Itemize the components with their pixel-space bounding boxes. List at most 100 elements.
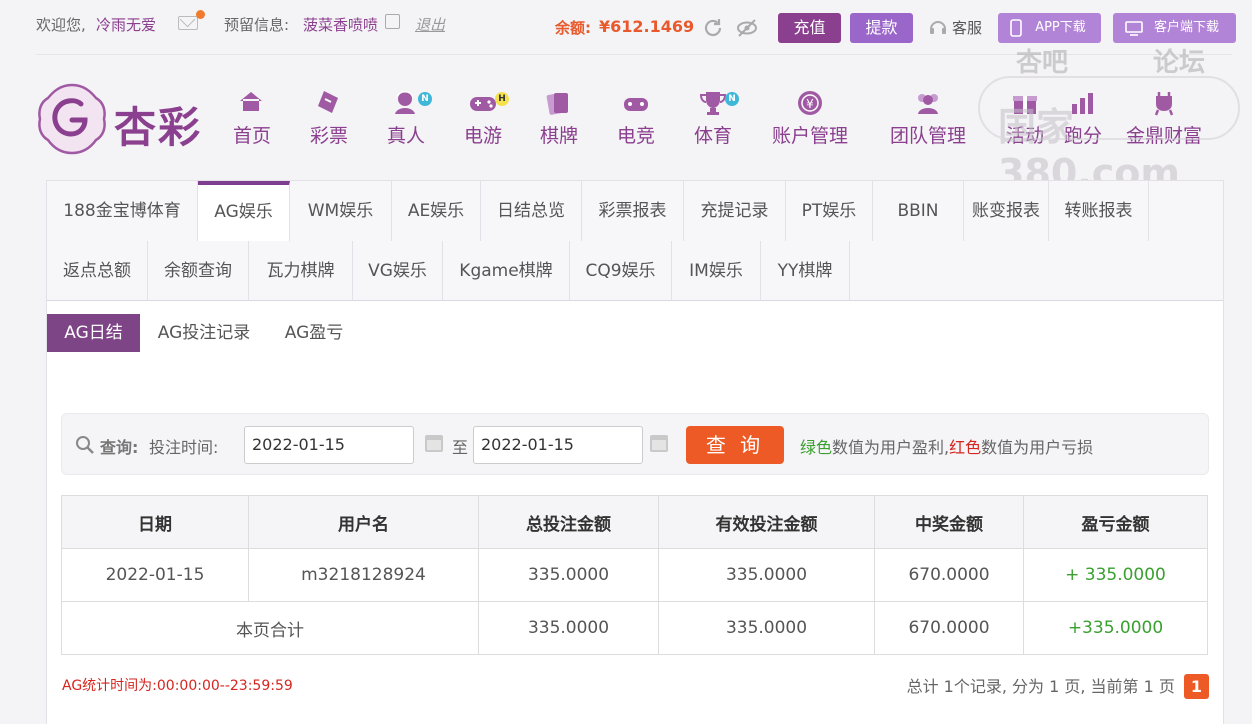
- site-logo[interactable]: 杏彩: [36, 82, 216, 158]
- legend-green: 绿色: [800, 438, 833, 457]
- nav-item-7[interactable]: ¥ 账户管理: [770, 88, 850, 148]
- home-icon: [240, 92, 262, 111]
- tab-13[interactable]: 瓦力棋牌: [249, 241, 353, 301]
- nav-label: 彩票: [309, 125, 348, 147]
- subtab-1[interactable]: AG投注记录: [145, 314, 263, 352]
- recharge-button[interactable]: 充值: [778, 13, 841, 43]
- legend-mid: 数值为用户盈利,: [832, 438, 950, 457]
- tab-9[interactable]: 账变报表: [964, 181, 1049, 241]
- cell-username: m3218128924: [248, 548, 479, 602]
- tab-10[interactable]: 转账报表: [1049, 181, 1149, 241]
- nav-badge: H: [495, 92, 509, 106]
- nav-label: 电竞: [616, 125, 655, 147]
- start-calendar-icon[interactable]: [425, 435, 443, 452]
- stat-time-note: AG统计时间为:00:00:00--23:59:59: [62, 678, 293, 694]
- nav-badge: N: [418, 92, 432, 106]
- tab-4[interactable]: 日结总览: [481, 181, 582, 241]
- page-button-current[interactable]: 1: [1184, 674, 1209, 699]
- legend-end: 数值为用户亏损: [981, 438, 1094, 457]
- col-profit-loss: 盈亏金额: [1023, 495, 1208, 549]
- edit-icon[interactable]: [385, 14, 400, 29]
- username-link[interactable]: 冷雨无爱: [96, 14, 156, 35]
- app-download-label: APP下载: [1035, 20, 1086, 35]
- report-table: 日期 用户名 总投注金额 有效投注金额 中奖金额 盈亏金额 2022-01-15…: [61, 495, 1208, 655]
- nav-label: 团队管理: [889, 125, 966, 147]
- monitor-icon: [1125, 21, 1143, 36]
- query-button[interactable]: 查 询: [686, 426, 784, 464]
- headset-icon[interactable]: [928, 18, 948, 38]
- tab-7[interactable]: PT娱乐: [786, 181, 873, 241]
- tab-8[interactable]: BBIN: [873, 181, 964, 241]
- tab-1[interactable]: AG娱乐: [198, 181, 290, 241]
- total-label: 本页合计: [61, 601, 479, 655]
- bet-time-label: 投注时间:: [149, 438, 219, 457]
- nav-item-6[interactable]: N 体育: [693, 88, 739, 148]
- tab-2[interactable]: WM娱乐: [290, 181, 392, 241]
- logo-text: 杏彩: [114, 103, 203, 152]
- nav-item-5[interactable]: 电竞: [616, 88, 656, 148]
- tab-5[interactable]: 彩票报表: [582, 181, 684, 241]
- legend-red: 红色: [949, 438, 982, 457]
- cell-valid-bet: 335.0000: [658, 548, 875, 602]
- reserved-info-value: 菠菜香喷喷: [303, 16, 379, 34]
- query-bar: 查询: 投注时间: 2022-01-15 至 2022-01-15 查 询 绿色…: [61, 413, 1209, 475]
- search-icon: [76, 436, 94, 454]
- mail-icon[interactable]: [178, 16, 198, 30]
- unread-dot: [196, 10, 205, 19]
- subtab-2[interactable]: AG盈亏: [273, 314, 355, 352]
- pagination: 总计 1个记录, 分为 1 页, 当前第 1 页 1: [907, 673, 1209, 699]
- logo-emblem-icon: [38, 83, 106, 155]
- tab-3[interactable]: AE娱乐: [392, 181, 481, 241]
- tab-0[interactable]: 188金宝博体育: [47, 181, 198, 241]
- tab-12[interactable]: 余额查询: [148, 241, 249, 301]
- tab-6[interactable]: 充提记录: [684, 181, 786, 241]
- total-valid-bet: 335.0000: [658, 601, 875, 655]
- balance-label: 余额:: [555, 19, 591, 37]
- refresh-icon[interactable]: [702, 17, 724, 39]
- nav-item-8[interactable]: 团队管理: [888, 88, 968, 148]
- start-date-input[interactable]: 2022-01-15: [244, 426, 414, 464]
- pagination-text: 总计 1个记录, 分为 1 页, 当前第 1 页: [906, 677, 1175, 696]
- team-icon: [918, 94, 938, 114]
- app-download-button[interactable]: APP下载: [998, 13, 1101, 43]
- nav-label: 体育: [693, 125, 732, 147]
- cell-profit-loss: + 335.0000: [1023, 548, 1208, 602]
- end-calendar-icon[interactable]: [650, 435, 668, 452]
- tab-18[interactable]: YY棋牌: [761, 241, 850, 301]
- tab-14[interactable]: VG娱乐: [353, 241, 443, 301]
- client-download-button[interactable]: 客户端下载: [1113, 13, 1236, 43]
- tab-11[interactable]: 返点总额: [47, 241, 148, 301]
- cell-date: 2022-01-15: [61, 548, 249, 602]
- col-username: 用户名: [248, 495, 479, 549]
- tab-15[interactable]: Kgame棋牌: [443, 241, 570, 301]
- col-date: 日期: [61, 495, 249, 549]
- nav-item-0[interactable]: 首页: [232, 88, 272, 148]
- customer-service-link[interactable]: 客服: [952, 17, 982, 38]
- nav-item-4[interactable]: 棋牌: [539, 88, 579, 148]
- total-win-amount: 670.0000: [874, 601, 1024, 655]
- phone-icon: [1010, 19, 1022, 37]
- trophy-icon: [699, 92, 727, 115]
- nav-item-3[interactable]: H 电游: [463, 88, 509, 148]
- end-date-input[interactable]: 2022-01-15: [473, 426, 643, 464]
- cell-total-bet: 335.0000: [478, 548, 659, 602]
- color-legend: 绿色数值为用户盈利,红色数值为用户亏损: [800, 434, 1093, 458]
- subtab-0[interactable]: AG日结: [47, 314, 140, 352]
- table-row: 2022-01-15 m3218128924 335.0000 335.0000…: [61, 548, 1208, 602]
- total-row: 本页合计 335.0000 335.0000 670.0000 +335.000…: [61, 601, 1208, 655]
- nav-item-1[interactable]: 彩票: [309, 88, 349, 148]
- report-panel: 188金宝博体育 AG娱乐 WM娱乐 AE娱乐 日结总览 彩票报表 充提记录 PT娱乐 BBIN…: [46, 180, 1224, 724]
- welcome-text: 欢迎您,: [36, 16, 86, 34]
- col-win-amount: 中奖金额: [874, 495, 1024, 549]
- hide-balance-icon[interactable]: [736, 17, 758, 39]
- svg-text:¥: ¥: [806, 97, 814, 111]
- tab-17[interactable]: IM娱乐: [672, 241, 761, 301]
- coin-icon: ¥: [798, 91, 822, 115]
- withdraw-button[interactable]: 提款: [850, 13, 913, 43]
- col-total-bet: 总投注金额: [478, 495, 659, 549]
- nav-label: 首页: [232, 125, 271, 147]
- nav-item-2[interactable]: N 真人: [386, 88, 432, 148]
- tab-16[interactable]: CQ9娱乐: [570, 241, 672, 301]
- watermark-line2: 论坛: [1153, 48, 1206, 78]
- logout-link[interactable]: 退出: [415, 14, 445, 35]
